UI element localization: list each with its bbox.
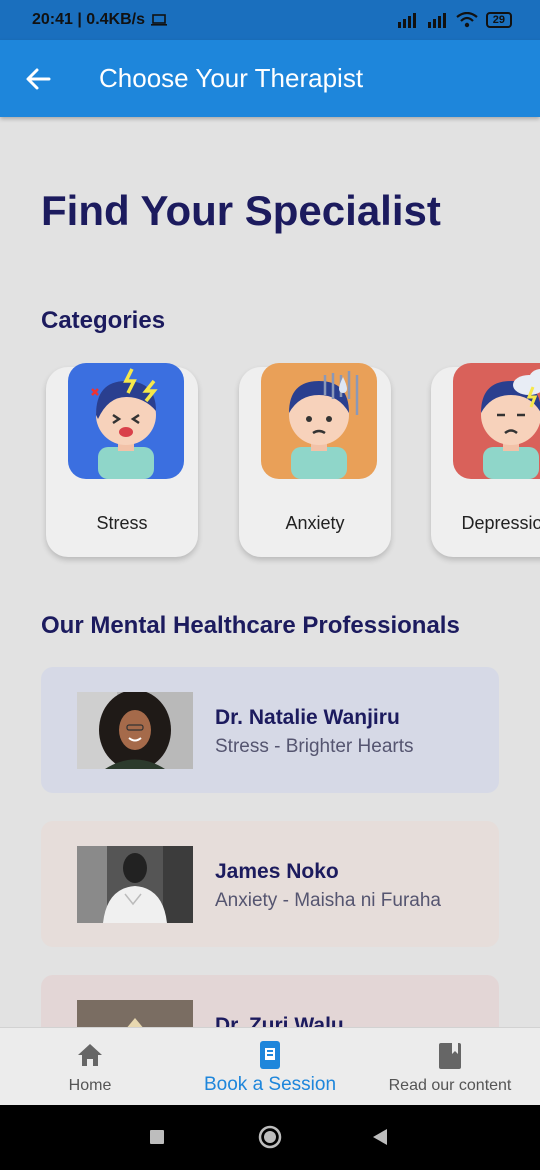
page-title: Find Your Specialist bbox=[41, 187, 441, 234]
therapist-name: Dr. Natalie Wanjiru bbox=[215, 706, 400, 729]
app-bar-title: Choose Your Therapist bbox=[99, 63, 364, 93]
home-icon bbox=[78, 1044, 102, 1066]
depression-illustration bbox=[453, 363, 540, 479]
signal-icon bbox=[427, 13, 446, 28]
stress-illustration bbox=[68, 363, 184, 479]
book-icon bbox=[439, 1043, 461, 1069]
app-bar: Choose Your Therapist bbox=[0, 40, 540, 117]
nav-home[interactable]: Home bbox=[0, 1028, 180, 1106]
signal-icon bbox=[397, 13, 416, 28]
nav-read-content[interactable]: Read our content bbox=[360, 1028, 540, 1106]
back-system-button[interactable] bbox=[371, 1128, 389, 1146]
wifi-icon bbox=[456, 12, 478, 28]
therapist-detail: Stress - Brighter Hearts bbox=[215, 736, 414, 757]
professionals-heading: Our Mental Healthcare Professionals bbox=[41, 612, 460, 639]
therapist-photo bbox=[77, 846, 193, 923]
category-label: Depression bbox=[461, 513, 540, 533]
nav-label: Book a Session bbox=[203, 1074, 337, 1095]
home-system-button[interactable] bbox=[258, 1125, 282, 1149]
system-navigation-bar bbox=[0, 1105, 540, 1170]
therapist-card[interactable]: Dr. Natalie Wanjiru Stress - Brighter He… bbox=[41, 667, 499, 793]
categories-heading: Categories bbox=[41, 307, 166, 334]
nav-label: Home bbox=[68, 1077, 112, 1094]
category-label: Stress bbox=[96, 513, 148, 533]
recents-button[interactable] bbox=[149, 1129, 165, 1145]
battery-icon: 29 bbox=[485, 12, 512, 28]
nav-book-session[interactable]: Book a Session bbox=[180, 1028, 360, 1106]
status-bar: 20:41 | 0.4KB/s 29 bbox=[0, 0, 540, 40]
nav-label: Read our content bbox=[388, 1077, 512, 1094]
anxiety-illustration bbox=[261, 363, 377, 479]
therapist-photo bbox=[77, 692, 193, 769]
book-session-icon bbox=[260, 1041, 280, 1069]
therapist-detail: Anxiety - Maisha ni Furaha bbox=[215, 890, 441, 911]
therapist-photo bbox=[77, 1000, 193, 1027]
therapist-name: Dr. Zuri Walu bbox=[215, 1014, 344, 1027]
therapist-card[interactable]: Dr. Zuri Walu bbox=[41, 975, 499, 1027]
category-label: Anxiety bbox=[285, 513, 345, 533]
laptop-icon bbox=[150, 14, 167, 26]
back-button[interactable] bbox=[0, 40, 76, 117]
arrow-back-icon bbox=[26, 68, 51, 89]
bottom-navigation: Home Book a Session Read our content bbox=[0, 1027, 540, 1105]
category-card-stress[interactable]: Stress bbox=[46, 363, 198, 557]
category-card-anxiety[interactable]: Anxiety bbox=[239, 363, 391, 557]
category-card-depression[interactable]: Depression bbox=[431, 363, 540, 557]
therapist-name: James Noko bbox=[215, 860, 339, 883]
status-time: 20:41 | 0.4KB/s bbox=[32, 11, 145, 28]
therapist-card[interactable]: James Noko Anxiety - Maisha ni Furaha bbox=[41, 821, 499, 947]
main-content: Find Your Specialist Categories Stress A… bbox=[0, 117, 540, 1027]
